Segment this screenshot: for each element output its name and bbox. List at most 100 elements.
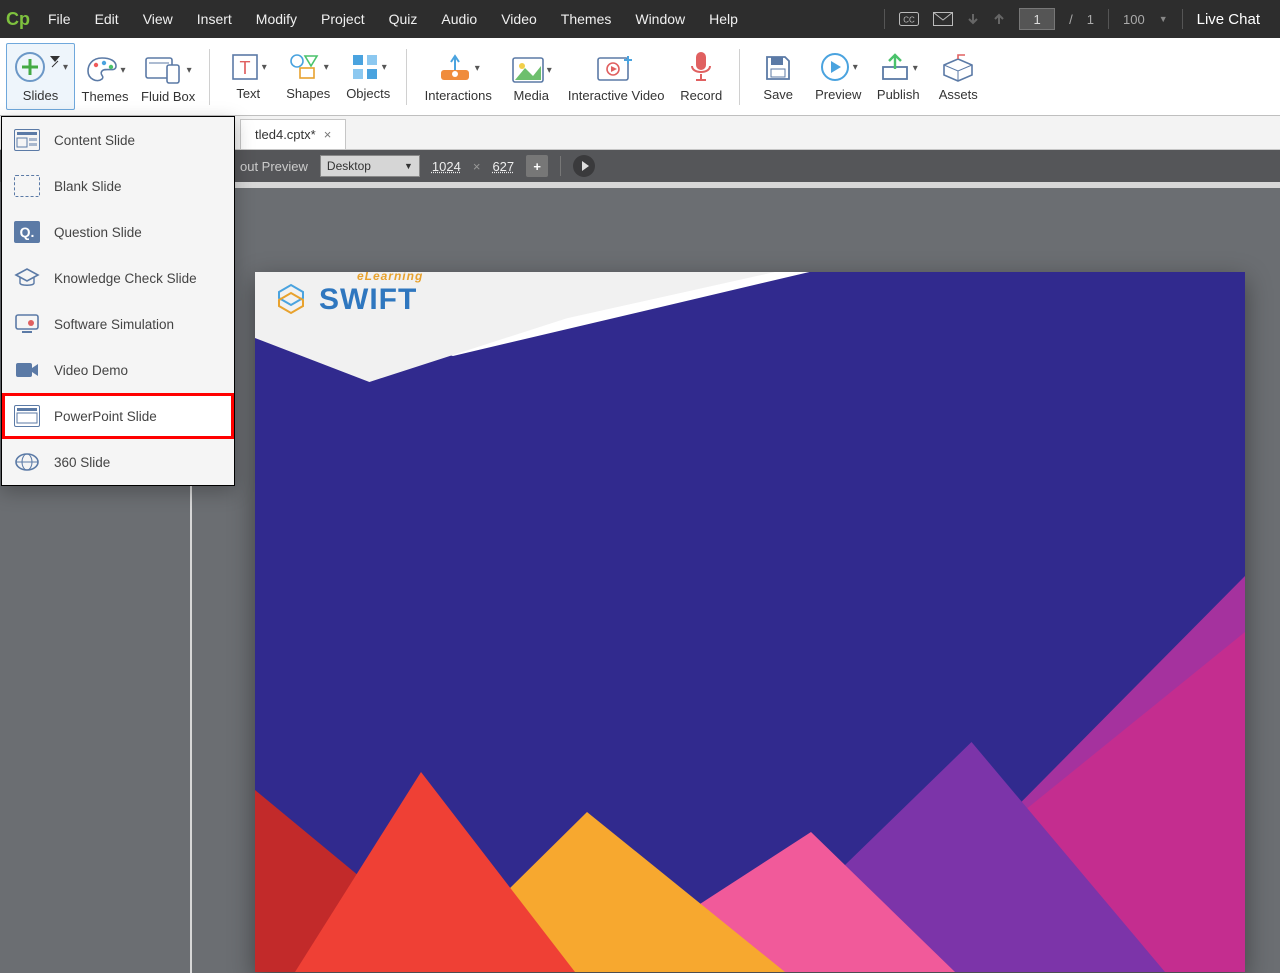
preview-icon — [819, 51, 851, 83]
ribbon-interactive-video[interactable]: Interactive Video — [561, 48, 671, 109]
add-breakpoint-button[interactable]: + — [526, 155, 548, 177]
chevron-down-icon: ▾ — [262, 62, 267, 73]
device-select[interactable]: Desktop ▼ — [320, 155, 420, 177]
device-select-value: Desktop — [327, 159, 371, 173]
fluidbox-icon — [145, 55, 185, 85]
media-icon — [511, 56, 545, 84]
chevron-down-icon: ▾ — [853, 62, 858, 73]
document-tab[interactable]: tled4.cptx* × — [240, 119, 346, 149]
powerpoint-slide-icon — [14, 405, 40, 427]
ribbon-label: Slides — [23, 88, 58, 103]
dd-label: 360 Slide — [54, 455, 110, 470]
ribbon-save[interactable]: Save — [748, 47, 808, 108]
ribbon-slides[interactable]: ▾ Slides — [6, 43, 75, 110]
dimension-x: × — [473, 159, 481, 174]
menu-quiz[interactable]: Quiz — [377, 0, 430, 38]
ribbon-label: Record — [680, 88, 722, 103]
arrow-down-icon[interactable] — [967, 12, 979, 26]
knowledge-check-icon — [14, 267, 40, 289]
ribbon-publish[interactable]: ▾ Publish — [868, 47, 928, 108]
canvas-height-input[interactable]: 627 — [492, 159, 514, 174]
dd-label: PowerPoint Slide — [54, 409, 157, 424]
arrow-up-icon[interactable] — [993, 12, 1005, 26]
page-total: 1 — [1087, 12, 1094, 27]
swift-wordmark: SWIFT eLearning — [319, 283, 417, 317]
ribbon-interactions[interactable]: ▾ Interactions — [415, 46, 501, 109]
dd-label: Question Slide — [54, 225, 142, 240]
zoom-value[interactable]: 100 — [1123, 12, 1145, 27]
dd-powerpoint-slide[interactable]: PowerPoint Slide — [2, 393, 234, 439]
menu-help[interactable]: Help — [697, 0, 750, 38]
ruler-horizontal — [192, 182, 1280, 188]
ribbon-label: Publish — [877, 87, 920, 102]
dd-blank-slide[interactable]: Blank Slide — [2, 163, 234, 209]
play-button[interactable] — [573, 155, 595, 177]
menu-themes[interactable]: Themes — [549, 0, 624, 38]
canvas-width-input[interactable]: 1024 — [432, 159, 461, 174]
ribbon-text[interactable]: T ▾ Text — [218, 46, 278, 107]
closed-caption-icon[interactable]: CC — [899, 12, 919, 26]
dd-software-simulation[interactable]: Software Simulation — [2, 301, 234, 347]
360-slide-icon — [14, 451, 40, 473]
dd-video-demo[interactable]: Video Demo — [2, 347, 234, 393]
menu-edit[interactable]: Edit — [83, 0, 131, 38]
dd-360-slide[interactable]: 360 Slide — [2, 439, 234, 485]
chevron-down-icon: ▾ — [475, 63, 480, 74]
tab-label: tled4.cptx* — [255, 127, 316, 142]
slide-canvas[interactable]: SWIFT eLearning — [255, 272, 1245, 972]
menu-window[interactable]: Window — [623, 0, 697, 38]
ribbon-fluidbox[interactable]: ▾ Fluid Box — [135, 49, 201, 110]
chevron-down-icon: ▾ — [187, 65, 192, 76]
tab-close-icon[interactable]: × — [324, 127, 332, 142]
content-slide-icon — [14, 129, 40, 151]
svg-text:T: T — [239, 58, 250, 78]
ribbon-assets[interactable]: Assets — [928, 47, 988, 108]
dd-label: Video Demo — [54, 363, 128, 378]
menu-view[interactable]: View — [131, 0, 185, 38]
menubar: Cp File Edit View Insert Modify Project … — [0, 0, 1280, 38]
ribbon-preview[interactable]: ▾ Preview — [808, 45, 868, 108]
menu-modify[interactable]: Modify — [244, 0, 309, 38]
ribbon-media[interactable]: ▾ Media — [501, 50, 561, 109]
mail-icon[interactable] — [933, 12, 953, 26]
menu-file[interactable]: File — [36, 0, 83, 38]
zoom-chevron-icon[interactable]: ▼ — [1159, 14, 1168, 24]
question-slide-icon: Q. — [14, 221, 40, 243]
ribbon-themes[interactable]: ▾ Themes — [75, 49, 135, 110]
dd-knowledge-check[interactable]: Knowledge Check Slide — [2, 255, 234, 301]
dd-label: Blank Slide — [54, 179, 122, 194]
layout-preview-label: out Preview — [240, 159, 308, 174]
menu-insert[interactable]: Insert — [185, 0, 244, 38]
chevron-down-icon: ▾ — [382, 62, 387, 73]
chevron-down-icon: ▾ — [324, 62, 329, 73]
svg-text:CC: CC — [903, 16, 915, 25]
dd-question-slide[interactable]: Q. Question Slide — [2, 209, 234, 255]
ribbon-label: Text — [236, 86, 260, 101]
page-current[interactable]: 1 — [1019, 8, 1055, 30]
add-slide-icon — [13, 50, 47, 84]
swift-mark-icon — [273, 282, 309, 318]
ribbon-shapes[interactable]: ▾ Shapes — [278, 46, 338, 107]
menu-video[interactable]: Video — [489, 0, 549, 38]
save-icon — [763, 53, 793, 83]
menu-project[interactable]: Project — [309, 0, 377, 38]
slides-dropdown: Content Slide Blank Slide Q. Question Sl… — [1, 116, 235, 486]
video-demo-icon — [14, 359, 40, 381]
ribbon-label: Themes — [82, 89, 129, 104]
blank-slide-icon — [14, 175, 40, 197]
ribbon-label: Interactions — [425, 88, 492, 103]
app-logo: Cp — [0, 0, 36, 38]
menu-audio[interactable]: Audio — [429, 0, 489, 38]
live-chat-button[interactable]: Live Chat — [1197, 11, 1260, 28]
ribbon: ▾ Slides ▾ Themes ▾ Fluid Box T ▾ Te — [0, 38, 1280, 116]
page-sep: / — [1069, 12, 1073, 27]
dd-label: Content Slide — [54, 133, 135, 148]
ribbon-label: Shapes — [286, 86, 330, 101]
menubar-right: CC 1 / 1 100 ▼ Live Chat — [884, 8, 1280, 30]
dd-label: Knowledge Check Slide — [54, 271, 197, 286]
dd-content-slide[interactable]: Content Slide — [2, 117, 234, 163]
software-sim-icon — [14, 313, 40, 335]
ribbon-record[interactable]: Record — [671, 44, 731, 109]
menu-items: File Edit View Insert Modify Project Qui… — [36, 0, 750, 38]
ribbon-objects[interactable]: ▾ Objects — [338, 46, 398, 107]
